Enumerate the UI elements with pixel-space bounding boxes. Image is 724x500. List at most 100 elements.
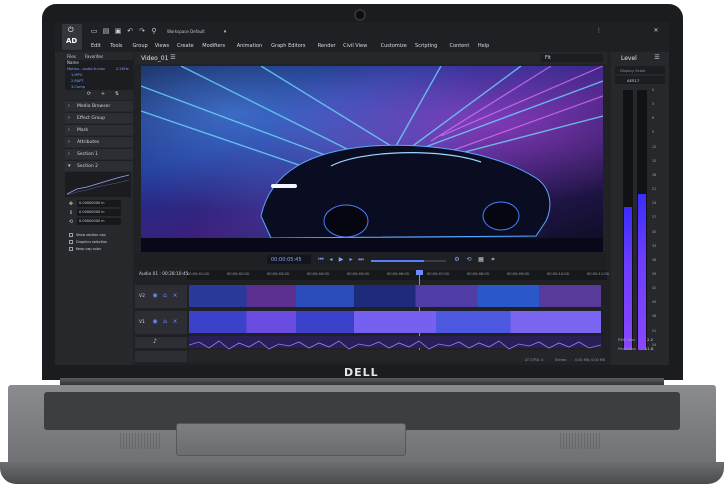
section-row[interactable]: › Media Browser — [65, 100, 133, 111]
sort-icon[interactable]: ⇅ — [113, 90, 121, 98]
audio-icon[interactable]: ♪ — [151, 338, 159, 346]
file-item[interactable]: 2.RAPT — [71, 79, 84, 83]
step-forward-icon[interactable]: ▸ — [347, 256, 355, 264]
video-preview[interactable] — [141, 66, 603, 252]
rotate-icon[interactable]: ⟲ — [67, 218, 75, 226]
hamburger-icon[interactable]: ☰ — [169, 54, 177, 62]
menu-item[interactable]: Civil View — [343, 43, 367, 49]
section-label: Section 2 — [77, 163, 99, 169]
files-header: Name — [67, 60, 79, 65]
lock-icon[interactable]: ⌂ — [161, 292, 169, 300]
peak-label: Peak Max — [618, 346, 637, 351]
rms-value: 2.2 — [647, 337, 654, 342]
menu-item[interactable]: Edit — [91, 43, 101, 49]
standard-selector[interactable] — [615, 76, 665, 84]
file-size: 2.2KHz — [116, 67, 129, 71]
scale-icon[interactable]: ⇕ — [67, 209, 75, 217]
menu-item[interactable]: Customize — [381, 43, 407, 49]
file-item[interactable]: 1.MP4 — [71, 73, 82, 77]
meter-scale-label: 6 — [652, 116, 655, 121]
timeline-tick-label: 00:00:03:00 — [267, 272, 289, 276]
timeline-tick-label: 00:00:10:00 — [547, 272, 569, 276]
tab-favorites[interactable]: Favorites — [85, 54, 103, 59]
redo-icon[interactable]: ↷ — [138, 27, 146, 35]
file-item[interactable]: 3.Comp — [71, 85, 85, 89]
menu-item[interactable]: Content — [450, 43, 470, 49]
window-menu-icon[interactable]: ⋮ — [595, 27, 603, 35]
skip-forward-icon[interactable]: ⏭ — [357, 256, 365, 264]
checkbox[interactable] — [69, 233, 73, 237]
timeline-label: Audio 01 : 00:28:10:45 — [139, 272, 189, 277]
grid-icon[interactable]: ▦ — [477, 256, 485, 264]
checkbox-label: Graphics selection — [76, 240, 108, 244]
step-back-icon[interactable]: ◂ — [327, 256, 335, 264]
add-icon[interactable]: + — [99, 90, 107, 98]
status-item: AT STRS: 4 — [525, 358, 544, 362]
video-clip-row[interactable] — [189, 311, 601, 333]
file-item[interactable]: Motion...audio.fr.mov — [67, 67, 105, 71]
playhead-handle[interactable] — [416, 270, 423, 275]
mute-icon[interactable]: ⨯ — [171, 292, 179, 300]
chevron-icon: › — [68, 115, 70, 121]
section-row[interactable]: ▾ Section 2 — [65, 160, 133, 171]
value-field-text: 0.00000000 in — [79, 201, 105, 205]
skip-back-icon[interactable]: ⏮ — [317, 256, 325, 264]
video-clip-thumbnails[interactable] — [189, 285, 601, 307]
chevron-icon: ▾ — [68, 163, 71, 169]
speaker-grille-left — [120, 433, 160, 449]
chevron-down-icon[interactable]: ▾ — [221, 28, 229, 36]
eye-icon[interactable]: ◉ — [151, 318, 159, 326]
meter-scale-label: 42 — [652, 286, 657, 291]
laptop-front-edge — [0, 462, 724, 484]
menu-item[interactable]: Create — [177, 43, 194, 49]
curve-line-secondary — [66, 179, 130, 196]
tab-files[interactable]: Files — [67, 54, 76, 59]
menu-item[interactable]: Scripting — [415, 43, 437, 49]
menu-item[interactable]: Help — [478, 43, 489, 49]
menu-item[interactable]: Modifiers — [202, 43, 225, 49]
timeline-tick-label: 00:00:07:00 — [427, 272, 449, 276]
section-row[interactable]: › Mark — [65, 124, 133, 135]
new-file-icon[interactable]: ▭ — [90, 27, 98, 35]
track-header-a1[interactable] — [135, 336, 187, 348]
settings-icon[interactable]: ⚙ — [453, 256, 461, 264]
undo-icon[interactable]: ↶ — [126, 27, 134, 35]
save-icon[interactable]: ▣ — [114, 27, 122, 35]
meter-scale-label: 15 — [652, 158, 657, 163]
curve-graph[interactable] — [65, 172, 131, 197]
waveform-line — [188, 340, 602, 350]
track-header-a2[interactable] — [135, 350, 187, 362]
menu-item[interactable]: Views — [155, 43, 169, 49]
checkbox[interactable] — [69, 240, 73, 244]
menu-item[interactable]: Render — [318, 43, 336, 49]
level-title: Level — [621, 55, 637, 62]
meter-scale-label: 18 — [652, 172, 657, 177]
screen: ⏻ AD ▭ ▤ ▣ ↶ ↷ ⚲ Workspace Default ▾ ⋮ ✕… — [55, 22, 669, 365]
lock-icon[interactable]: ⌂ — [161, 318, 169, 326]
menu-item[interactable]: Animation — [237, 43, 263, 49]
open-folder-icon[interactable]: ▤ — [102, 27, 110, 35]
status-item: 0.00 MB: 0.00 MB — [575, 358, 605, 362]
link-icon[interactable]: ⚲ — [150, 27, 158, 35]
section-label: Mark — [77, 127, 89, 133]
close-icon[interactable]: ✕ — [652, 27, 660, 35]
section-row[interactable]: › Attributes — [65, 136, 133, 147]
audio-waveform[interactable] — [188, 336, 602, 350]
menu-item[interactable]: Tools — [110, 43, 122, 49]
crop-icon[interactable]: ⌗ — [489, 256, 497, 264]
eye-icon[interactable]: ◉ — [151, 292, 159, 300]
value-field-text: 0.00000000 in — [79, 210, 105, 214]
menu-item[interactable]: Graph Editors — [271, 43, 305, 49]
refresh-icon[interactable]: ⟳ — [85, 90, 93, 98]
loop-icon[interactable]: ⟲ — [465, 256, 473, 264]
checkbox[interactable] — [69, 247, 73, 251]
arrows-icon[interactable]: ✥ — [67, 200, 75, 208]
play-icon[interactable]: ▶ — [337, 256, 345, 264]
section-row[interactable]: › Section 1 — [65, 148, 133, 159]
mute-icon[interactable]: ⨯ — [171, 318, 179, 326]
menu-item[interactable]: Group — [132, 43, 147, 49]
section-row[interactable]: › Effect Group — [65, 112, 133, 123]
menu-icon[interactable]: ☰ — [653, 54, 661, 62]
timeline-tick-label: 00:00:08:00 — [467, 272, 489, 276]
webcam — [354, 9, 366, 21]
